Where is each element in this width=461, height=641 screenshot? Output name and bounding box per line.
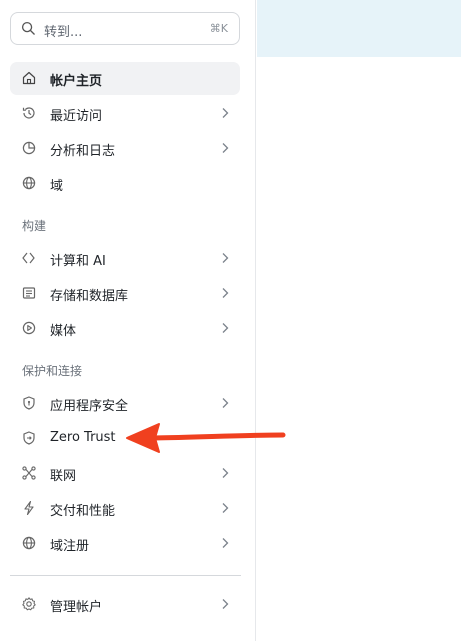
sidebar-item-label: 计算和 AI xyxy=(50,254,106,269)
section-title-protect: 保护和连接 xyxy=(22,364,83,378)
sidebar-item-compute-ai[interactable]: 计算和 AI xyxy=(10,242,240,275)
sidebar-item-label: 域注册 xyxy=(50,539,90,554)
storage-icon xyxy=(21,285,37,301)
sidebar-item-domain-registration[interactable]: 域注册 xyxy=(10,527,240,560)
sidebar: 转到... ⌘K 帐户主页 最近访问 分析和日志 域 构建 计算和 AI 存储和… xyxy=(0,0,256,641)
sidebar-item-label: 域 xyxy=(50,179,64,194)
content-banner xyxy=(257,0,461,57)
chevron-right-icon xyxy=(222,143,229,153)
sidebar-item-networking[interactable]: 联网 xyxy=(10,457,240,490)
search-shortcut: ⌘K xyxy=(209,22,228,35)
sidebar-item-account-home[interactable]: 帐户主页 xyxy=(10,62,240,95)
zero-trust-shield-icon xyxy=(21,430,37,446)
sidebar-item-app-security[interactable]: 应用程序安全 xyxy=(10,387,240,420)
sidebar-item-manage-account[interactable]: 管理帐户 xyxy=(10,588,240,621)
code-icon xyxy=(21,250,37,266)
chevron-right-icon xyxy=(222,468,229,478)
gear-icon xyxy=(21,596,37,612)
sidebar-item-label: 联网 xyxy=(50,469,77,484)
sidebar-item-label: 帐户主页 xyxy=(50,74,103,89)
chevron-right-icon xyxy=(222,323,229,333)
sidebar-item-label: 应用程序安全 xyxy=(50,399,129,414)
sidebar-item-delivery-performance[interactable]: 交付和性能 xyxy=(10,492,240,525)
chevron-right-icon xyxy=(222,253,229,263)
sidebar-item-label: 交付和性能 xyxy=(50,504,116,519)
sidebar-item-domains[interactable]: 域 xyxy=(10,167,240,200)
shield-icon xyxy=(21,395,37,411)
sidebar-item-label: Zero Trust xyxy=(50,430,116,445)
sidebar-item-label: 分析和日志 xyxy=(50,144,116,159)
lightning-icon xyxy=(21,500,37,516)
search-placeholder: 转到... xyxy=(44,25,83,40)
chevron-right-icon xyxy=(222,108,229,118)
sidebar-item-storage[interactable]: 存储和数据库 xyxy=(10,277,240,310)
pie-chart-icon xyxy=(21,140,37,156)
chevron-right-icon xyxy=(222,288,229,298)
sidebar-item-recent[interactable]: 最近访问 xyxy=(10,97,240,130)
home-icon xyxy=(21,70,37,86)
chevron-right-icon xyxy=(222,538,229,548)
globe-icon xyxy=(21,535,37,551)
chevron-right-icon xyxy=(222,398,229,408)
network-icon xyxy=(21,465,37,481)
chevron-right-icon xyxy=(222,599,229,609)
chevron-right-icon xyxy=(222,503,229,513)
annotation-arrow xyxy=(126,423,286,453)
history-icon xyxy=(21,105,37,121)
sidebar-item-media[interactable]: 媒体 xyxy=(10,312,240,345)
search-box[interactable]: 转到... ⌘K xyxy=(10,12,240,45)
sidebar-item-label: 存储和数据库 xyxy=(50,289,129,304)
sidebar-item-label: 最近访问 xyxy=(50,109,103,124)
section-title-build: 构建 xyxy=(22,219,47,233)
search-icon xyxy=(21,21,36,36)
sidebar-item-analytics[interactable]: 分析和日志 xyxy=(10,132,240,165)
sidebar-divider xyxy=(10,575,241,576)
sidebar-item-label: 管理帐户 xyxy=(50,600,103,615)
globe-icon xyxy=(21,175,37,191)
sidebar-item-label: 媒体 xyxy=(50,324,77,339)
play-icon xyxy=(21,320,37,336)
